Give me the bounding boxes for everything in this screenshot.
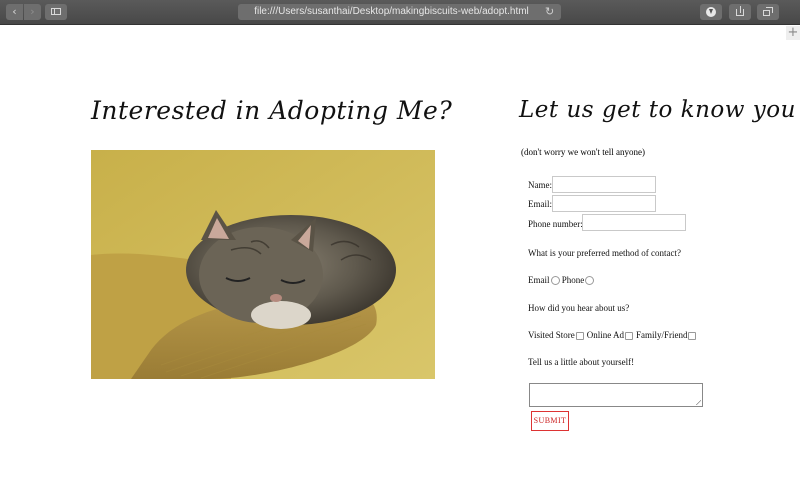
submit-button[interactable]: SUBMIT (531, 411, 569, 431)
about-textarea[interactable] (529, 383, 703, 407)
hear-options: Visited Store Online Ad Family/Friend (528, 330, 699, 340)
url-text[interactable]: file:///Users/susanthai/Desktop/makingbi… (238, 4, 545, 20)
email-field[interactable] (552, 195, 656, 212)
visited-store-checkbox[interactable] (575, 331, 584, 340)
new-tab-icon[interactable]: + (786, 26, 800, 40)
form-subtitle: (don't worry we won't tell anyone) (521, 147, 645, 157)
share-icon[interactable] (729, 4, 751, 20)
page-title: Interested in Adopting Me? (91, 96, 453, 125)
name-label: Name: (528, 180, 552, 190)
visited-store-label: Visited Store (528, 330, 575, 340)
online-ad-checkbox[interactable] (624, 331, 633, 340)
email-option-label: Email (528, 275, 550, 285)
about-prompt: Tell us a little about yourself! (528, 357, 635, 367)
tabs-icon[interactable] (757, 4, 779, 20)
cat-image-svg (91, 150, 435, 379)
download-icon[interactable] (700, 4, 722, 20)
phone-radio[interactable] (585, 276, 595, 286)
reload-icon[interactable]: ↻ (545, 4, 557, 20)
browser-toolbar: ‹ › file:///Users/susanthai/Desktop/maki… (0, 0, 800, 25)
online-ad-label: Online Ad (586, 330, 624, 340)
email-label: Email: (528, 199, 552, 209)
address-bar[interactable]: file:///Users/susanthai/Desktop/makingbi… (238, 4, 561, 20)
phone-field[interactable] (582, 214, 686, 231)
family-friend-label: Family/Friend (635, 330, 688, 340)
email-radio[interactable] (550, 276, 560, 286)
phone-option-label: Phone (561, 275, 585, 285)
name-field[interactable] (552, 176, 656, 193)
cat-photo (91, 150, 435, 379)
hear-question: How did you hear about us? (528, 303, 630, 313)
sidebar-icon[interactable] (45, 4, 67, 20)
form-heading: Let us get to know you (519, 97, 796, 123)
phone-label: Phone number: (528, 219, 583, 229)
contact-options: Email Phone (528, 275, 595, 286)
family-friend-checkbox[interactable] (688, 331, 697, 340)
contact-question: What is your preferred method of contact… (528, 248, 681, 258)
forward-icon[interactable]: › (24, 4, 41, 20)
back-icon[interactable]: ‹ (6, 4, 23, 20)
